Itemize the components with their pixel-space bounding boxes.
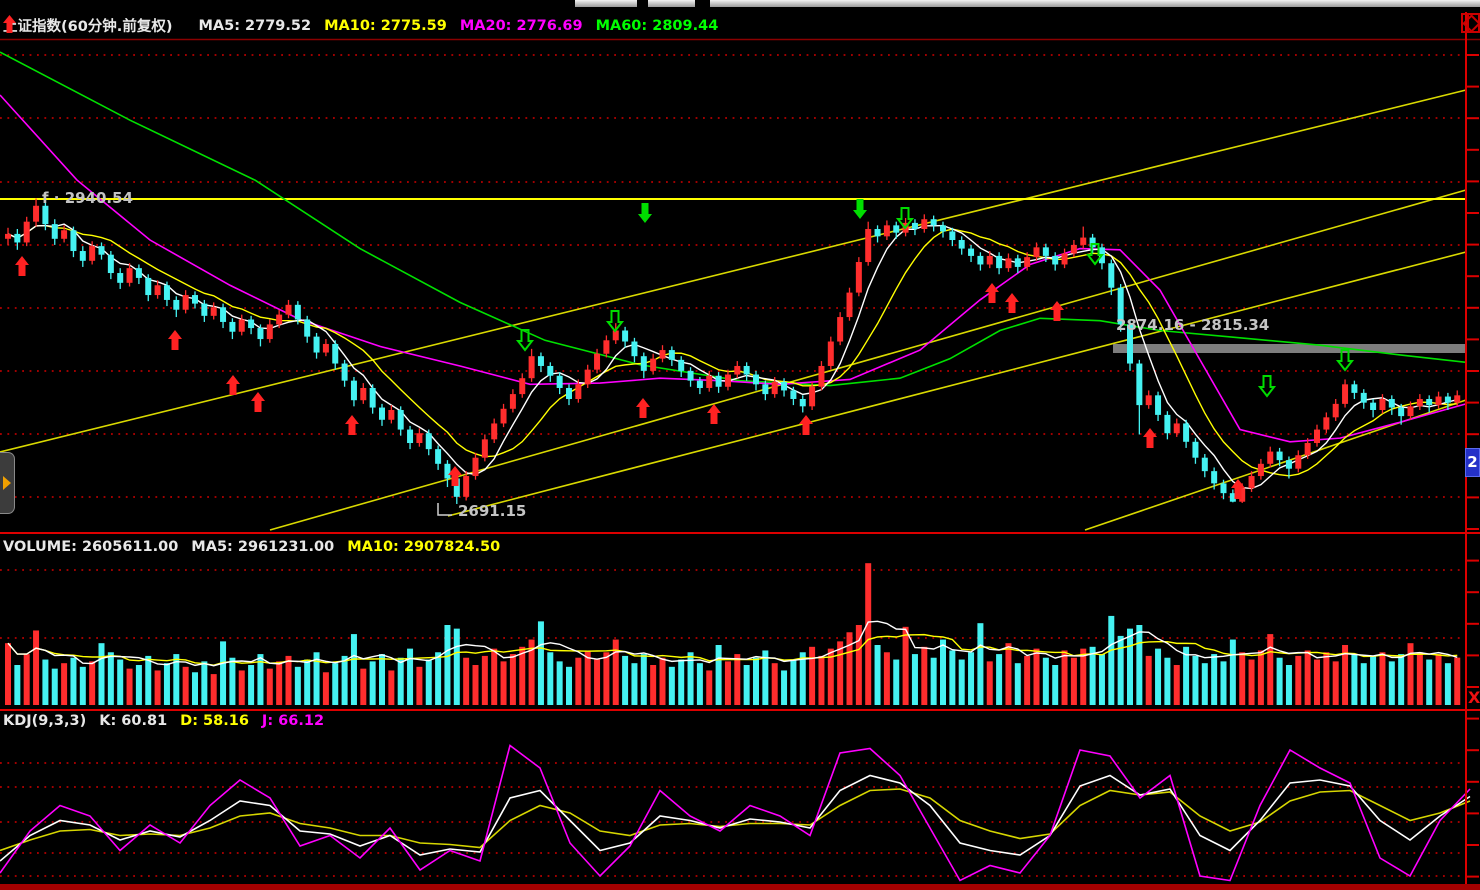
ma20-value: MA20: 2776.69 [460,18,583,34]
axis-price-badge: 2 [1465,448,1480,477]
main-chart-header: 上证指数(60分钟.前复权) MA5: 2779.52 MA10: 2775.5… [3,15,718,36]
trough-price-label: 2691.15 [458,502,526,520]
ma10-value: MA10: 2775.59 [324,18,447,34]
kdj-d-value: D: 58.16 [180,713,249,729]
volume-ma5-value: MA5: 2961231.00 [191,539,334,555]
ma5-value: MA5: 2779.52 [198,18,311,34]
trading-terminal: 上证指数(60分钟.前复权) MA5: 2779.52 MA10: 2775.5… [0,0,1480,890]
peak-value: 2940.54 [65,189,133,207]
kdj-j-value: J: 66.12 [262,713,324,729]
volume-ma10-value: MA10: 2907824.50 [347,539,500,555]
kdj-label: KDJ(9,3,3) [3,713,86,729]
kdj-k-value: K: 60.81 [99,713,167,729]
peak-price-label: f · 2940.54 [42,189,133,207]
kdj-header: KDJ(9,3,3) K: 60.81 D: 58.16 J: 66.12 [3,713,324,729]
volume-value: VOLUME: 2605611.00 [3,539,178,555]
chart-canvas[interactable] [0,0,1480,890]
panel-close-icon[interactable]: X [1468,688,1480,707]
volume-header: VOLUME: 2605611.00 MA5: 2961231.00 MA10:… [3,539,500,555]
expand-right-icon [3,476,11,490]
instrument-title: 上证指数(60分钟.前复权) [3,15,172,36]
peak-marker: f · [42,189,59,207]
range-price-label: 2874.16 - 2815.34 [1116,316,1269,334]
sidebar-slide-tab[interactable] [0,452,15,514]
ma60-value: MA60: 2809.44 [596,18,719,34]
